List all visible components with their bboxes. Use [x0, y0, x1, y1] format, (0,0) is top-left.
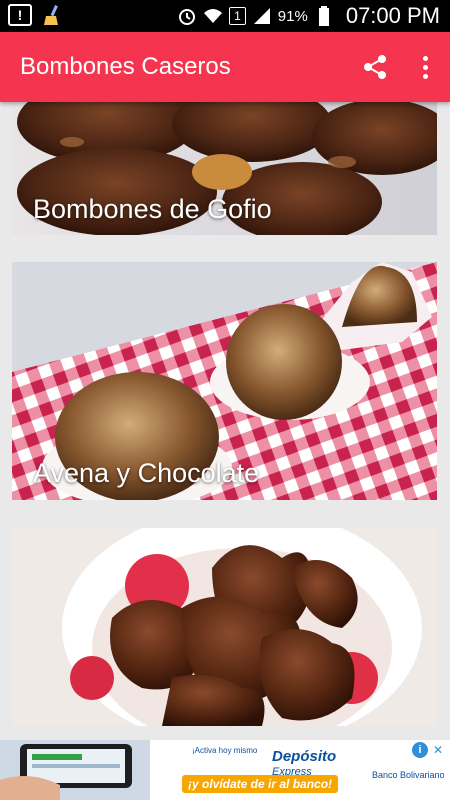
recipe-title: Avena y Chocolate	[33, 458, 260, 488]
recipe-card-hearts[interactable]	[12, 528, 437, 726]
sim-indicator: 1	[229, 7, 246, 25]
broom-icon	[44, 5, 58, 25]
ad-title: Depósito	[272, 748, 337, 765]
status-right-icons: 1 91% 07:00 PM	[177, 3, 440, 29]
clock: 07:00 PM	[345, 3, 440, 28]
recipe-card-avena[interactable]: Avena y Chocolate	[12, 262, 437, 500]
ad-image	[0, 740, 150, 800]
more-vert-icon[interactable]	[410, 52, 440, 82]
ad-banner[interactable]: ¡Activa hoy mismo Depósito Express ¡y ol…	[0, 740, 450, 800]
wifi-icon	[204, 9, 223, 23]
alarm-icon	[179, 9, 196, 25]
battery-percent: 91%	[277, 7, 308, 25]
ad-tagline: ¡y olvídate de ir al banco!	[182, 775, 339, 793]
recipe-card-gofio[interactable]: Bombones de Gofio	[12, 102, 437, 235]
app-title: Bombones Caseros	[20, 53, 231, 80]
signal-icon	[253, 8, 270, 24]
adchoices-icon[interactable]: i	[412, 742, 428, 758]
app-bar: Bombones Caseros	[0, 32, 450, 102]
close-icon[interactable]: ✕	[430, 742, 446, 758]
recipe-title: Bombones de Gofio	[33, 194, 272, 224]
share-icon[interactable]	[360, 52, 390, 82]
status-left-icons: !	[8, 4, 64, 26]
recipe-photo	[12, 528, 437, 726]
alert-icon: !	[8, 4, 32, 26]
battery-icon	[318, 6, 329, 26]
ad-bank-name: Banco Bolivariano	[372, 770, 445, 780]
ad-small-text: ¡Activa hoy mismo	[192, 746, 258, 755]
status-bar: ! 1 91% 07:00 PM	[0, 0, 450, 32]
